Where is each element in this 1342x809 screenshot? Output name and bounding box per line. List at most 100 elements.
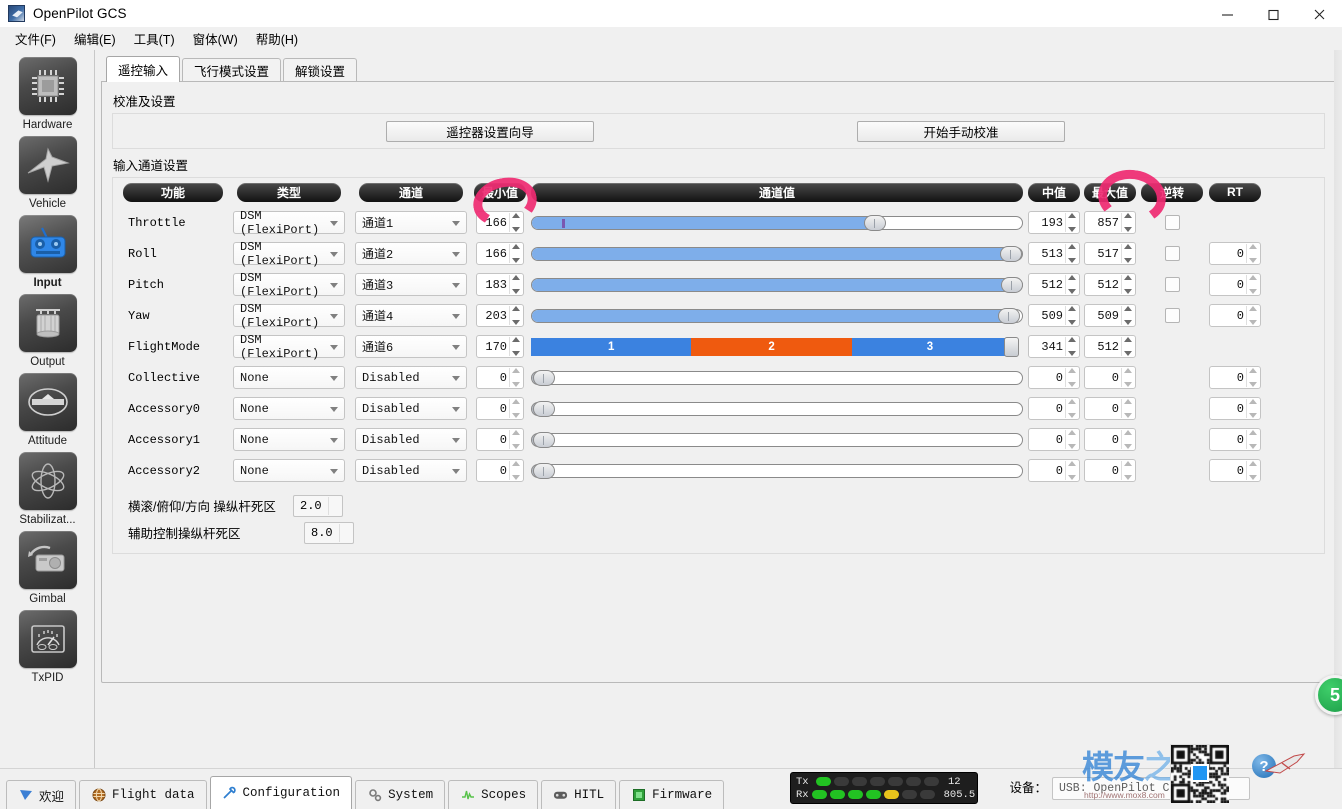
stepper-up-icon[interactable] [512, 213, 520, 218]
stepper-down-icon[interactable] [1068, 475, 1076, 480]
min-value-input-stepper[interactable] [509, 306, 522, 325]
stepper-up-icon[interactable] [512, 399, 520, 404]
min-value-input-stepper[interactable] [509, 399, 522, 418]
stepper-down-icon[interactable] [1124, 227, 1132, 232]
stepper-down-icon[interactable] [1124, 444, 1132, 449]
mid-value-input-stepper[interactable] [1065, 306, 1078, 325]
bottom-tab-hitl[interactable]: HITL [541, 780, 617, 809]
type-select[interactable]: None [233, 459, 345, 482]
stepper-up-icon[interactable] [512, 244, 520, 249]
sidebar-item-attitude[interactable]: Attitude [0, 373, 95, 448]
sidebar-item-txpid[interactable]: TxPID [0, 610, 95, 685]
channel-select[interactable]: Disabled [355, 366, 467, 389]
min-value-input[interactable]: 0 [476, 366, 524, 389]
stepper-up-icon[interactable] [1124, 430, 1132, 435]
max-value-input[interactable]: 512 [1084, 273, 1136, 296]
slider-handle[interactable] [533, 369, 555, 386]
stepper-up-icon[interactable] [1249, 275, 1257, 280]
stepper-up-icon[interactable] [1249, 461, 1257, 466]
slider-handle[interactable] [1001, 276, 1023, 293]
stepper-down-icon[interactable] [1249, 444, 1257, 449]
bottom-tab-scopes[interactable]: Scopes [448, 780, 539, 809]
stepper-down-icon[interactable] [512, 258, 520, 263]
stepper-down-icon[interactable] [512, 227, 520, 232]
stepper-up-icon[interactable] [1124, 213, 1132, 218]
flightmode-slider-handle[interactable] [1004, 336, 1020, 357]
stepper-up-icon[interactable] [1124, 337, 1132, 342]
stepper-down-icon[interactable] [512, 475, 520, 480]
rt-value-input-stepper[interactable] [1246, 275, 1259, 294]
stepper-down-icon[interactable] [512, 320, 520, 325]
channel-value-slider[interactable] [531, 462, 1023, 479]
rt-value-input-stepper[interactable] [1246, 399, 1259, 418]
sidebar-item-output[interactable]: Output [0, 294, 95, 369]
channel-select[interactable]: Disabled [355, 459, 467, 482]
stepper-down-icon[interactable] [1249, 413, 1257, 418]
flightmode-slider[interactable]: 123 [531, 336, 1023, 357]
min-value-input[interactable]: 166 [476, 242, 524, 265]
stepper-down-icon[interactable] [1068, 258, 1076, 263]
menu-window[interactable]: 窗体(W) [185, 27, 246, 51]
rt-value-input[interactable]: 0 [1209, 242, 1261, 265]
mid-value-input-stepper[interactable] [1065, 461, 1078, 480]
tab-1[interactable]: 飞行模式设置 [182, 58, 282, 82]
max-value-input-stepper[interactable] [1121, 430, 1134, 449]
mid-value-input[interactable]: 509 [1028, 304, 1080, 327]
rt-value-input[interactable]: 0 [1209, 304, 1261, 327]
rt-value-input[interactable]: 0 [1209, 273, 1261, 296]
menu-help[interactable]: 帮助(H) [248, 27, 306, 51]
stepper-down-icon[interactable] [512, 444, 520, 449]
stepper-down-icon[interactable] [1124, 382, 1132, 387]
stepper-up-icon[interactable] [512, 368, 520, 373]
type-select[interactable]: None [233, 428, 345, 451]
stepper-down-icon[interactable] [1249, 258, 1257, 263]
mid-value-input[interactable]: 0 [1028, 366, 1080, 389]
sidebar-item-input[interactable]: Input [0, 215, 95, 290]
min-value-input-stepper[interactable] [509, 461, 522, 480]
rt-value-input[interactable]: 0 [1209, 459, 1261, 482]
rt-value-input-stepper[interactable] [1246, 430, 1259, 449]
stepper-down-icon[interactable] [1068, 444, 1076, 449]
type-select[interactable]: DSM (FlexiPort) [233, 209, 345, 237]
mid-value-input[interactable]: 512 [1028, 273, 1080, 296]
panel-scroll-rail[interactable] [1334, 50, 1342, 768]
mid-value-input[interactable]: 0 [1028, 459, 1080, 482]
slider-handle[interactable] [533, 431, 555, 448]
transmitter-wizard-button[interactable]: 遥控器设置向导 [386, 120, 594, 142]
min-value-input[interactable]: 0 [476, 428, 524, 451]
stepper-down-icon[interactable] [1124, 320, 1132, 325]
channel-select[interactable]: 通道6 [355, 335, 467, 358]
maximize-button[interactable] [1250, 0, 1296, 28]
mid-value-input-stepper[interactable] [1065, 368, 1078, 387]
min-value-input[interactable]: 0 [476, 397, 524, 420]
mid-value-input-stepper[interactable] [1065, 275, 1078, 294]
max-value-input-stepper[interactable] [1121, 337, 1134, 356]
stepper-up-icon[interactable] [1124, 461, 1132, 466]
stepper-up-icon[interactable] [1249, 368, 1257, 373]
bottom-tab-system[interactable]: System [355, 780, 446, 809]
stepper-up-icon[interactable] [1124, 399, 1132, 404]
max-value-input[interactable]: 509 [1084, 304, 1136, 327]
mid-value-input[interactable]: 513 [1028, 242, 1080, 265]
type-select[interactable]: DSM (FlexiPort) [233, 271, 345, 299]
stepper-up-icon[interactable] [1068, 337, 1076, 342]
max-value-input[interactable]: 857 [1084, 211, 1136, 234]
reverse-checkbox[interactable] [1164, 277, 1180, 292]
stepper-up-icon[interactable] [1124, 275, 1132, 280]
stepper-down-icon[interactable] [1068, 382, 1076, 387]
stepper-down-icon[interactable] [512, 382, 520, 387]
stepper-down-icon[interactable] [512, 289, 520, 294]
max-value-input-stepper[interactable] [1121, 399, 1134, 418]
max-value-input[interactable]: 517 [1084, 242, 1136, 265]
min-value-input-stepper[interactable] [509, 213, 522, 232]
tab-0[interactable]: 遥控输入 [106, 56, 181, 82]
reverse-checkbox[interactable] [1164, 308, 1180, 323]
stepper-up-icon[interactable] [1068, 368, 1076, 373]
rt-value-input[interactable]: 0 [1209, 397, 1261, 420]
stepper-down-icon[interactable] [1124, 258, 1132, 263]
min-value-input-stepper[interactable] [509, 244, 522, 263]
menu-edit[interactable]: 编辑(E) [66, 27, 124, 51]
tab-2[interactable]: 解锁设置 [283, 58, 358, 82]
min-value-input[interactable]: 166 [476, 211, 524, 234]
stepper-up-icon[interactable] [1068, 430, 1076, 435]
